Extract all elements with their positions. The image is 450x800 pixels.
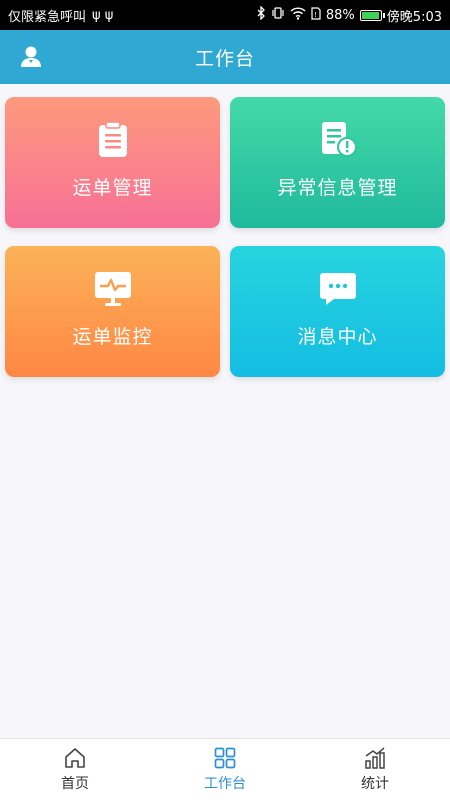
tile-label: 运单监控 [72, 326, 153, 348]
bluetooth-icon [256, 5, 266, 24]
tile-exception-management[interactable]: 异常信息管理 [230, 97, 445, 228]
home-icon [65, 748, 85, 768]
user-profile-button[interactable] [20, 45, 42, 69]
carrier-text: 仅限紧急呼叫 [8, 9, 87, 25]
bar-chart-icon [365, 747, 385, 769]
status-right: ! 88% 傍晚5:03 [256, 5, 442, 25]
battery-icon [359, 9, 385, 21]
svg-text:!: ! [314, 11, 317, 19]
app-header: 工作台 [0, 30, 450, 84]
chat-bubble-icon [319, 273, 356, 305]
nav-item-statistics[interactable]: 统计 [300, 739, 450, 800]
status-left: 仅限紧急呼叫 ψ ψ [8, 6, 113, 25]
bottom-nav: 首页 工作台 统计 [0, 738, 450, 800]
battery-percent: 88% [325, 7, 355, 23]
nav-item-home[interactable]: 首页 [0, 739, 150, 800]
tile-label: 异常信息管理 [277, 177, 398, 199]
tile-waybill-management[interactable]: 运单管理 [5, 97, 220, 228]
page-title: 工作台 [194, 47, 255, 70]
wifi-icon [290, 6, 306, 24]
vibrate-icon [271, 6, 285, 24]
tile-label: 运单管理 [72, 177, 153, 199]
tile-message-center[interactable]: 消息中心 [230, 246, 445, 377]
nav-item-workbench[interactable]: 工作台 [150, 739, 300, 800]
nav-label: 统计 [361, 776, 389, 792]
sim-icon: ! [311, 6, 321, 24]
clock-time: 傍晚5:03 [386, 9, 442, 25]
usb-icon: ψ ψ [92, 7, 114, 23]
nav-label: 工作台 [204, 776, 246, 792]
user-icon [21, 46, 41, 67]
nav-label: 首页 [61, 776, 89, 792]
clipboard-icon [98, 121, 127, 157]
monitor-pulse-icon [94, 272, 131, 306]
grid-icon [214, 747, 236, 769]
tile-label: 消息中心 [297, 326, 378, 348]
tile-waybill-monitor[interactable]: 运单监控 [5, 246, 220, 377]
status-bar: 仅限紧急呼叫 ψ ψ ! 88% 傍晚5:03 [0, 0, 450, 30]
document-alert-icon [321, 122, 357, 157]
